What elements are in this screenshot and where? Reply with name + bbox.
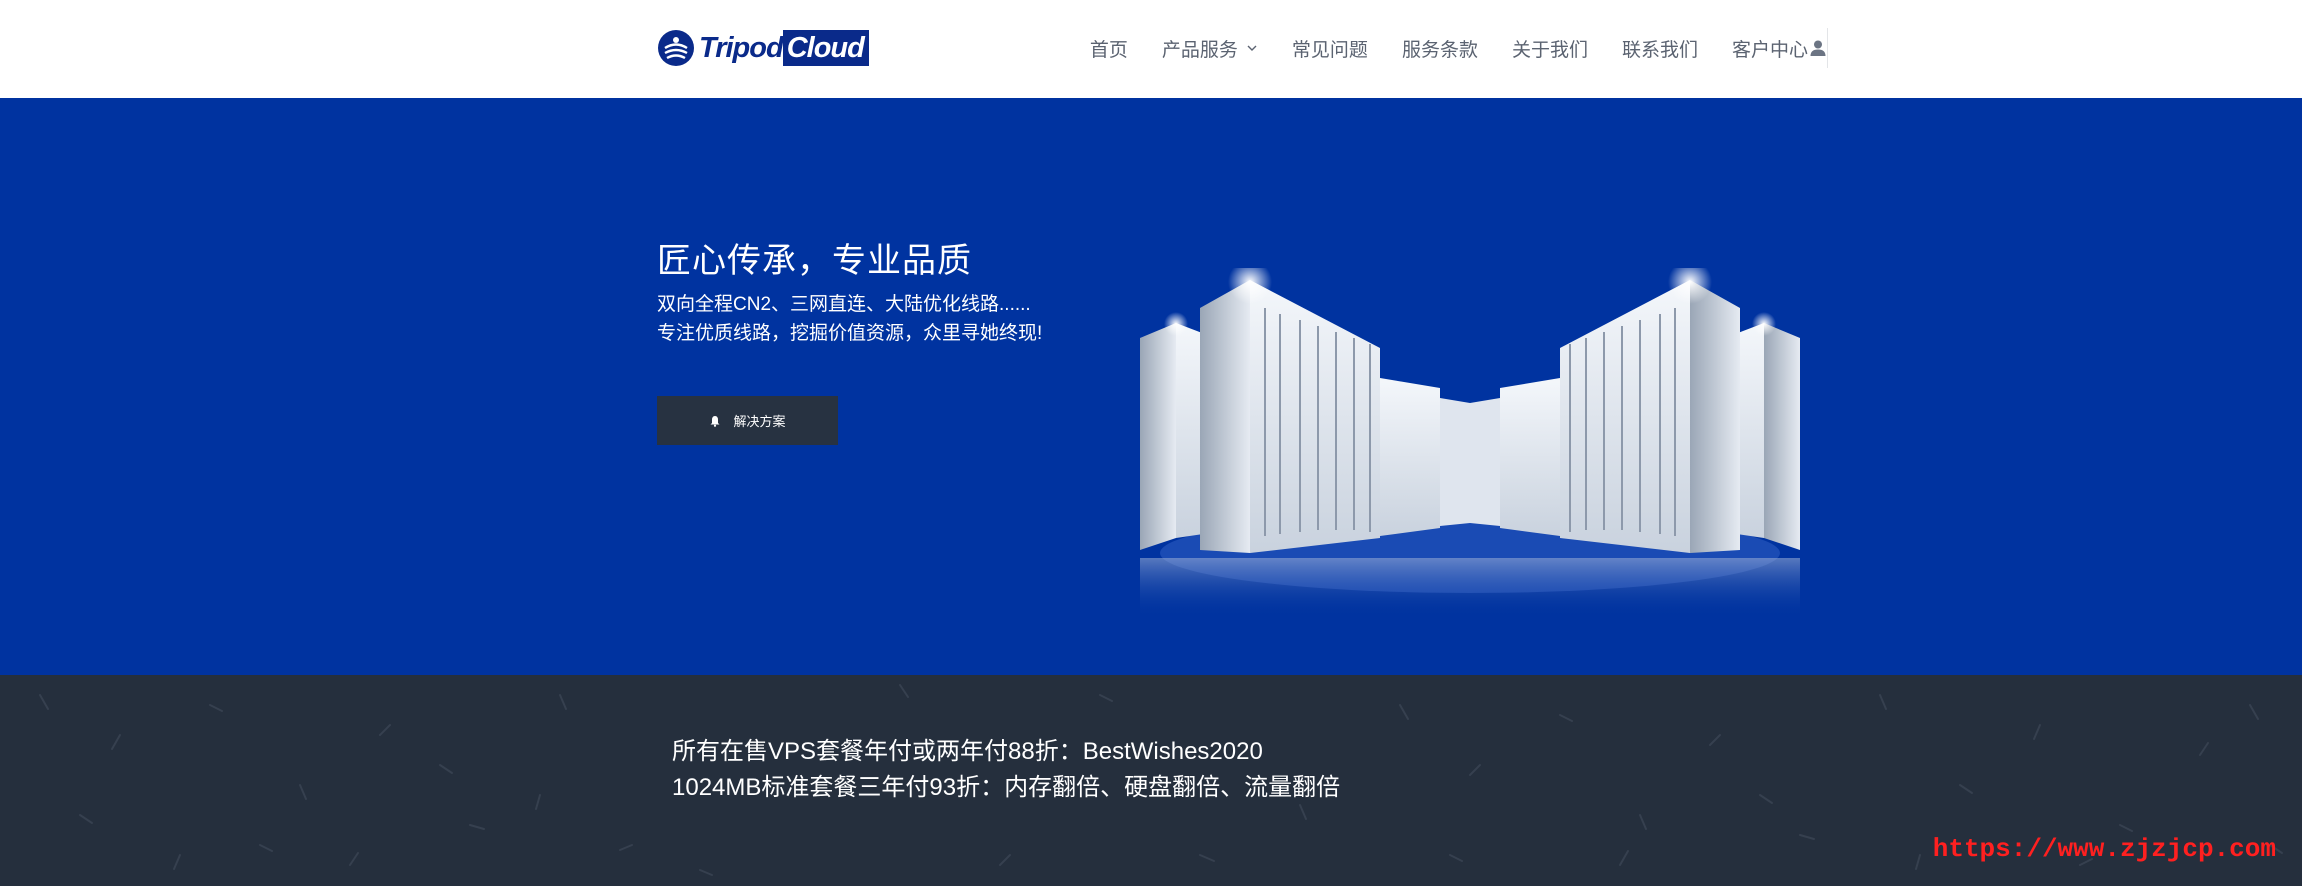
hero-subtitle-2: 专注优质线路，挖掘价值资源，众里寻她终现! [657, 323, 1043, 344]
logo-globe-icon [658, 30, 694, 66]
solutions-button[interactable]: 解决方案 [657, 396, 838, 445]
nav-label: 联系我们 [1621, 39, 1698, 61]
nav-divider [1827, 28, 1828, 68]
watermark-url: https://www.zjzjcp.com [1932, 834, 2276, 864]
nav-item-terms[interactable]: 服务条款 [1402, 35, 1478, 62]
nav-label: 关于我们 [1511, 39, 1588, 61]
site-logo[interactable]: Tripod Cloud [657, 28, 869, 68]
nav-label: 产品服务 [1161, 39, 1238, 61]
nav-label: 常见问题 [1291, 39, 1368, 61]
promo-line-2: 1024MB标准套餐三年付93折：内存翻倍、硬盘翻倍、流量翻倍 [672, 774, 1341, 801]
server-racks-illustration [1140, 268, 1800, 618]
nav-item-faq[interactable]: 常见问题 [1292, 35, 1368, 62]
nav-item-products[interactable]: 产品服务 [1162, 35, 1258, 62]
nav-label: 服务条款 [1401, 39, 1478, 61]
promo-line-1: 所有在售VPS套餐年付或两年付88折：BestWishes2020 [672, 738, 1263, 765]
nav-label: 首页 [1089, 39, 1128, 61]
logo-text-cloud: Cloud [782, 30, 869, 66]
main-nav: 首页 产品服务 常见问题 服务条款 关于我们 联系我们 客户中心 [1090, 0, 1827, 96]
site-header: Tripod Cloud 首页 产品服务 常见问题 服务条款 关于我们 联系我们… [0, 0, 2302, 98]
bell-icon [710, 415, 720, 427]
nav-item-home[interactable]: 首页 [1090, 35, 1128, 62]
hero-banner: 匠心传承，专业品质 双向全程CN2、三网直连、大陆优化线路...... 专注优质… [0, 98, 2302, 675]
hero-title: 匠心传承，专业品质 [657, 242, 972, 280]
user-icon [1810, 40, 1826, 56]
nav-item-client-center[interactable]: 客户中心 [1732, 35, 1827, 62]
promo-banner: 所有在售VPS套餐年付或两年付88折：BestWishes2020 1024MB… [0, 675, 2302, 886]
nav-item-contact[interactable]: 联系我们 [1622, 35, 1698, 62]
nav-item-about[interactable]: 关于我们 [1512, 35, 1588, 62]
chevron-down-icon [1247, 45, 1257, 51]
hero-subtitle-1: 双向全程CN2、三网直连、大陆优化线路...... [657, 294, 1031, 315]
logo-text-tripod: Tripod [699, 31, 784, 64]
solutions-button-label: 解决方案 [733, 414, 786, 429]
nav-label: 客户中心 [1731, 39, 1808, 61]
